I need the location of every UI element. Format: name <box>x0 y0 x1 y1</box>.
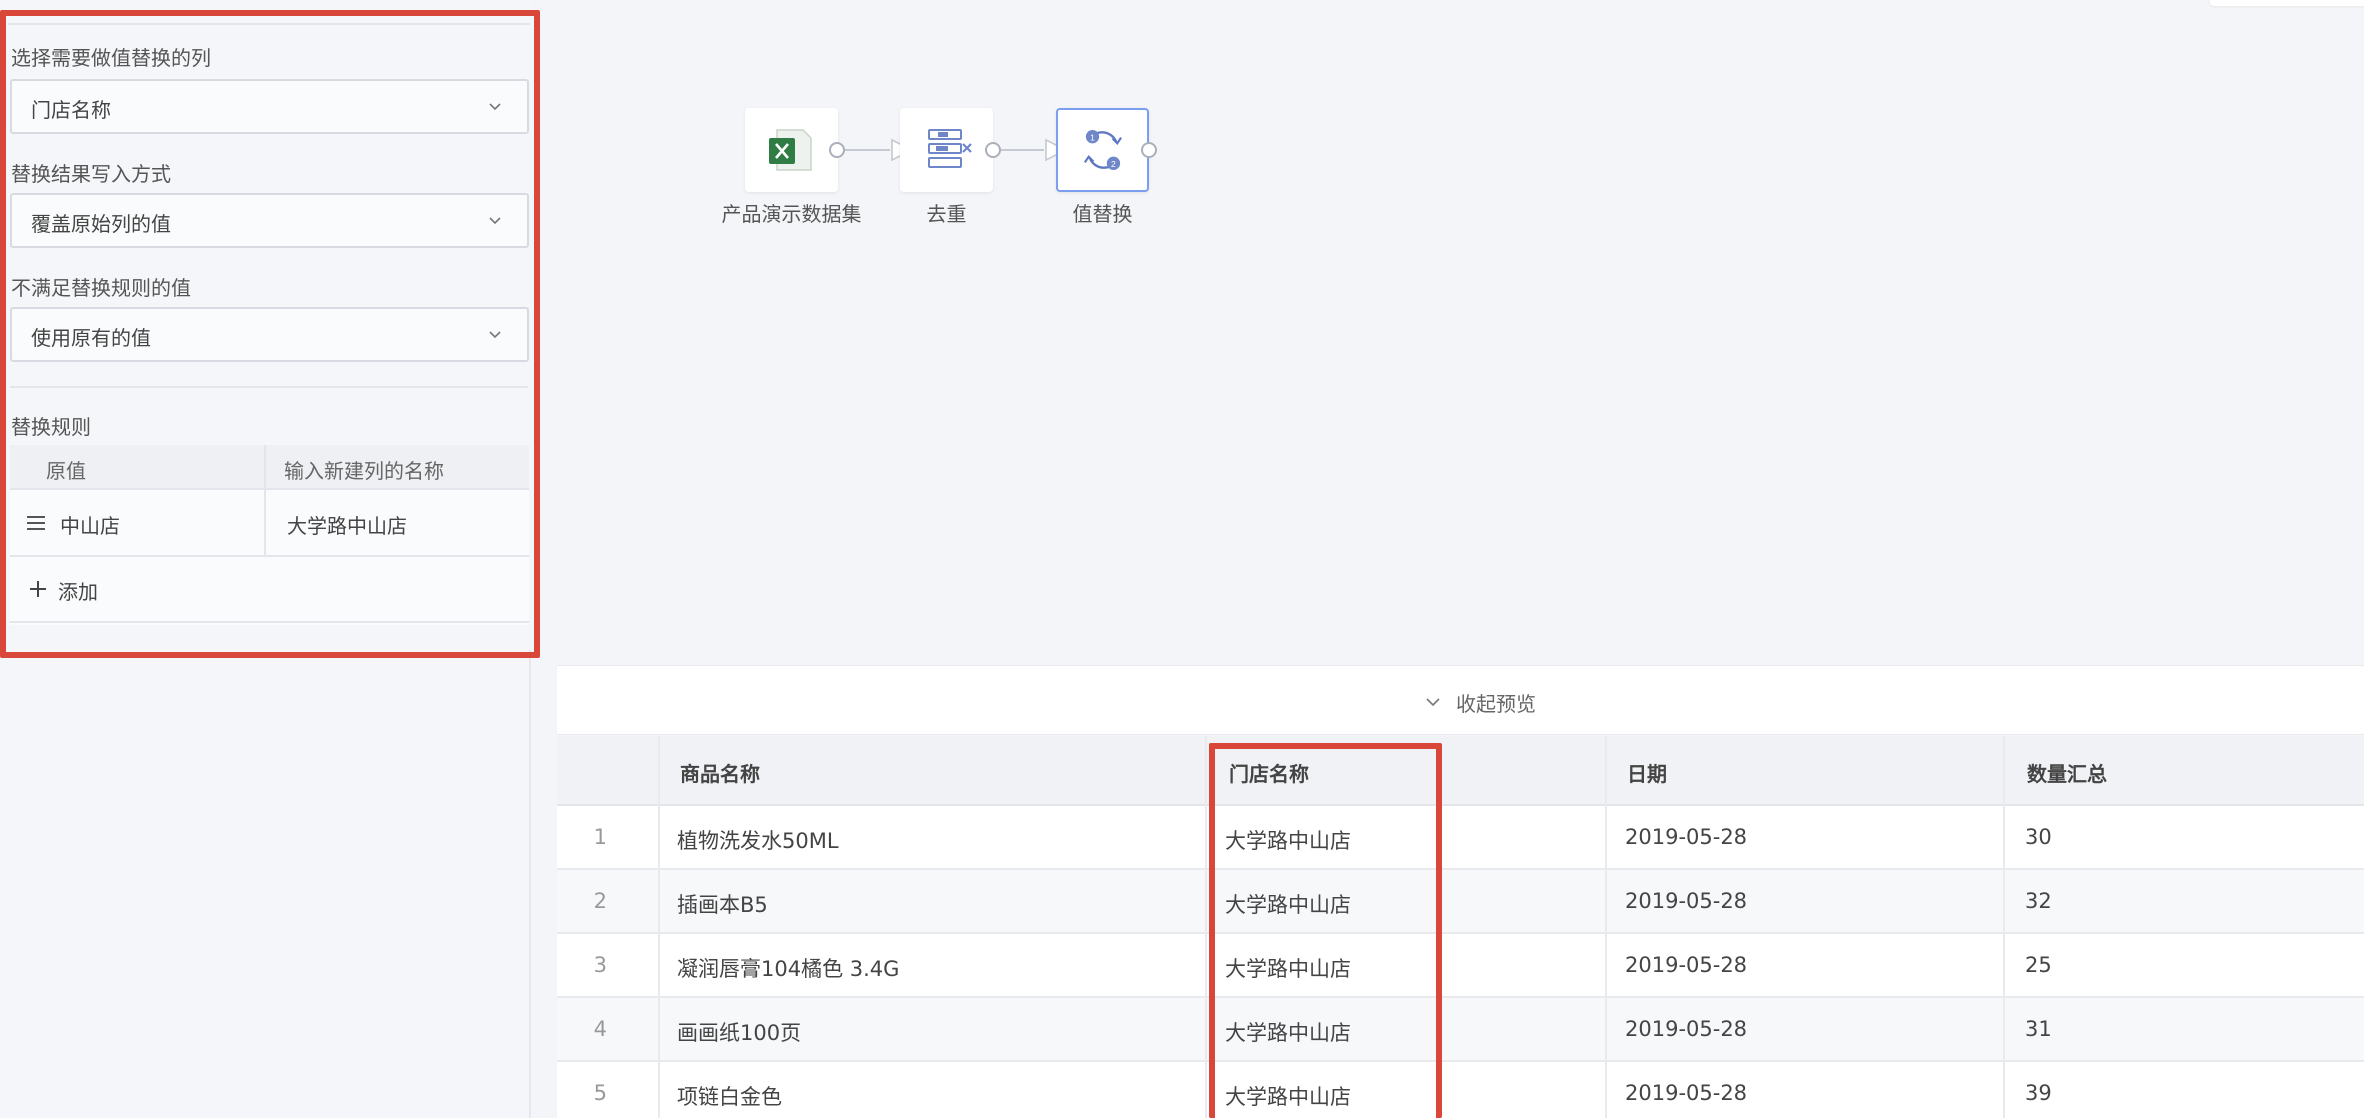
plus-icon <box>30 581 46 597</box>
rules-original-header: 原值 <box>46 459 86 483</box>
chevron-down-icon <box>489 217 501 225</box>
flow-node-dedupe[interactable] <box>900 108 993 192</box>
qty-cell[interactable]: 30 <box>2025 825 2052 849</box>
column-select[interactable]: 门店名称 <box>10 79 529 134</box>
table-row: 1 植物洗发水50ML 大学路中山店 2019-05-28 30 <box>557 806 2364 870</box>
column-header-product[interactable]: 商品名称 <box>680 758 760 787</box>
add-rule-label: 添加 <box>58 580 98 604</box>
chevron-down-icon <box>489 331 501 339</box>
write-mode-label: 替换结果写入方式 <box>11 162 171 186</box>
column-select-value: 门店名称 <box>31 98 111 122</box>
left-config-panel: 选择需要做值替换的列 门店名称 替换结果写入方式 覆盖原始列的值 不满足替换规则… <box>0 0 531 1118</box>
flow-node-value-replace[interactable]: 1 2 <box>1056 108 1149 192</box>
qty-cell[interactable]: 32 <box>2025 889 2052 913</box>
column-select-label: 选择需要做值替换的列 <box>11 46 211 70</box>
output-port[interactable] <box>829 142 845 158</box>
rule-row: 中山店 大学路中山店 <box>10 490 529 557</box>
product-cell[interactable]: 插画本B5 <box>677 889 768 919</box>
rules-label: 替换规则 <box>11 415 91 439</box>
date-cell[interactable]: 2019-05-28 <box>1625 953 1747 977</box>
rule-original-value[interactable]: 中山店 <box>60 510 120 539</box>
write-mode-select[interactable]: 覆盖原始列的值 <box>10 193 529 248</box>
flow-connector <box>1001 149 1044 151</box>
row-index: 2 <box>593 889 607 913</box>
store-cell[interactable]: 大学路中山店 <box>1225 825 1351 855</box>
replace-icon: 1 2 <box>1084 130 1122 170</box>
chevron-down-icon <box>489 103 501 111</box>
value-replace-settings: 选择需要做值替换的列 门店名称 替换结果写入方式 覆盖原始列的值 不满足替换规则… <box>0 0 530 650</box>
unmatched-value: 使用原有的值 <box>31 326 151 350</box>
rules-table: 原值 输入新建列的名称 中山店 大学路中山店 添加 <box>10 445 529 625</box>
date-cell[interactable]: 2019-05-28 <box>1625 1017 1747 1041</box>
table-row: 5 项链白金色 大学路中山店 2019-05-28 39 <box>557 1062 2364 1118</box>
product-cell[interactable]: 画画纸100页 <box>677 1017 801 1047</box>
output-port[interactable] <box>1141 142 1157 158</box>
add-rule-button[interactable]: 添加 <box>10 557 529 623</box>
flow-node-label: 值替换 <box>1072 202 1133 226</box>
rules-table-header: 原值 输入新建列的名称 <box>10 445 529 490</box>
column-divider <box>658 736 660 1118</box>
store-cell[interactable]: 大学路中山店 <box>1225 889 1351 919</box>
divider <box>10 386 528 388</box>
output-port[interactable] <box>985 142 1001 158</box>
row-index: 3 <box>593 953 607 977</box>
collapse-preview-button[interactable]: 收起预览 <box>557 665 2364 735</box>
qty-cell[interactable]: 25 <box>2025 953 2052 977</box>
drag-handle-icon[interactable] <box>27 516 45 530</box>
qty-cell[interactable]: 39 <box>2025 1081 2052 1105</box>
store-cell[interactable]: 大学路中山店 <box>1225 1081 1351 1111</box>
unmatched-label: 不满足替换规则的值 <box>11 276 191 300</box>
row-index: 1 <box>593 825 607 849</box>
chevron-down-icon <box>1426 698 1440 707</box>
date-cell[interactable]: 2019-05-28 <box>1625 889 1747 913</box>
flow-connector <box>845 149 890 151</box>
column-divider <box>1605 736 1607 1118</box>
flow-node-dataset[interactable] <box>745 108 838 192</box>
column-divider <box>1205 736 1207 1118</box>
column-header-date[interactable]: 日期 <box>1627 758 1667 787</box>
excel-icon <box>769 129 812 171</box>
date-cell[interactable]: 2019-05-28 <box>1625 825 1747 849</box>
table-header: 商品名称 门店名称 日期 数量汇总 <box>557 736 2364 806</box>
column-header-qty[interactable]: 数量汇总 <box>2027 758 2107 787</box>
rule-new-value[interactable]: 大学路中山店 <box>287 510 407 539</box>
flow-node-label: 产品演示数据集 <box>721 202 862 226</box>
product-cell[interactable]: 项链白金色 <box>677 1081 782 1111</box>
svg-text:1: 1 <box>1090 132 1095 142</box>
store-cell[interactable]: 大学路中山店 <box>1225 953 1351 983</box>
qty-cell[interactable]: 31 <box>2025 1017 2052 1041</box>
dedupe-icon <box>928 129 972 168</box>
row-index: 4 <box>593 1017 607 1041</box>
unmatched-select[interactable]: 使用原有的值 <box>10 307 529 362</box>
product-cell[interactable]: 植物洗发水50ML <box>677 825 839 855</box>
toolbar-corner <box>2210 0 2364 6</box>
table-row: 3 凝润唇膏104橘色 3.4G 大学路中山店 2019-05-28 25 <box>557 934 2364 998</box>
table-row: 2 插画本B5 大学路中山店 2019-05-28 32 <box>557 870 2364 934</box>
divider <box>8 23 530 25</box>
write-mode-value: 覆盖原始列的值 <box>31 212 171 236</box>
row-index: 5 <box>593 1081 607 1105</box>
collapse-preview-label: 收起预览 <box>1456 692 1536 716</box>
table-row: 4 画画纸100页 大学路中山店 2019-05-28 31 <box>557 998 2364 1062</box>
date-cell[interactable]: 2019-05-28 <box>1625 1081 1747 1105</box>
column-header-store[interactable]: 门店名称 <box>1229 758 1309 787</box>
rules-new-header: 输入新建列的名称 <box>284 459 444 483</box>
flow-node-label: 去重 <box>926 202 967 226</box>
panel-border <box>529 650 531 1118</box>
product-cell[interactable]: 凝润唇膏104橘色 3.4G <box>677 953 899 983</box>
svg-text:2: 2 <box>1111 159 1116 169</box>
preview-table: 商品名称 门店名称 日期 数量汇总 1 植物洗发水50ML 大学路中山店 201… <box>557 736 2364 1118</box>
column-divider <box>2003 736 2005 1118</box>
store-cell[interactable]: 大学路中山店 <box>1225 1017 1351 1047</box>
